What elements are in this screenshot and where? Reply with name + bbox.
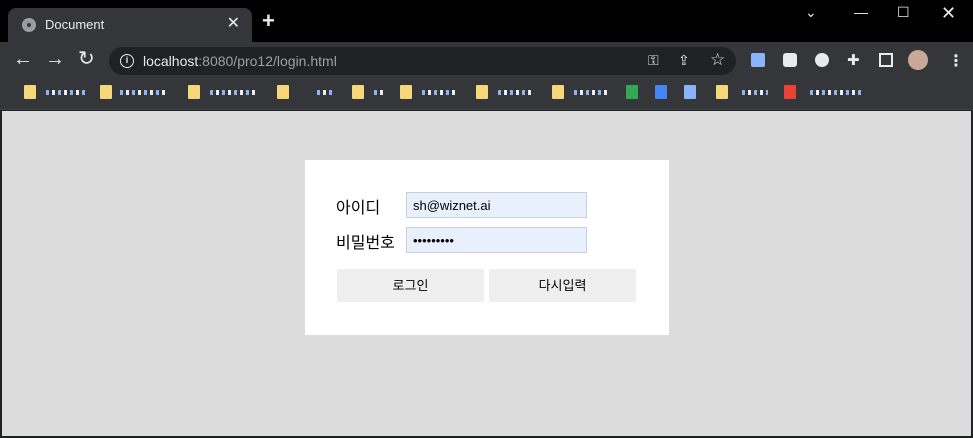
url-path: :8080/pro12/login.html [198,53,337,69]
reload-icon[interactable]: ↻ [78,48,95,70]
folder-icon [400,85,412,99]
browser-titlebar: Document ✕ + ⌄ — ☐ ✕ [0,0,973,42]
minimize-icon[interactable]: — [854,4,868,20]
side-panel-icon[interactable] [879,53,893,67]
password-label: 비밀번호 [336,235,395,252]
bookmark-label [210,90,258,95]
bookmark-label [810,90,862,95]
extension-icon[interactable] [815,53,829,67]
id-input[interactable] [406,192,587,218]
folder-icon [277,85,289,99]
folder-icon [476,85,488,99]
folder-icon [24,85,36,99]
puzzle-extensions-icon[interactable]: ✚ [847,51,861,69]
forward-icon[interactable]: → [45,48,65,70]
id-label: 아이디 [336,200,381,217]
folder-icon [188,85,200,99]
bookmark-icon [626,85,638,99]
tab-search-icon[interactable]: ⌄ [805,4,817,21]
bookmark-icon [784,85,796,99]
bookmark-label [120,90,168,95]
login-form: 아이디 비밀번호 로그인 다시입력 [305,160,669,335]
bookmark-star-icon[interactable]: ☆ [710,50,725,70]
bookmark-label [498,90,534,95]
new-tab-button[interactable]: + [262,10,275,32]
bookmark-icon [655,85,667,99]
extension-icon[interactable] [751,53,765,67]
bookmark-label [374,90,384,95]
back-icon[interactable]: ← [13,48,33,70]
share-icon[interactable]: ⇪ [678,52,690,69]
key-icon[interactable]: ⚿ [648,52,659,69]
login-button[interactable]: 로그인 [337,269,484,302]
reset-button[interactable]: 다시입력 [489,269,636,302]
page-viewport: 아이디 비밀번호 로그인 다시입력 [2,111,971,436]
profile-avatar[interactable] [908,50,928,70]
folder-icon [552,85,564,99]
close-window-icon[interactable]: ✕ [941,3,956,24]
globe-icon [22,18,36,32]
folder-icon [352,85,364,99]
url-text[interactable]: localhost:8080/pro12/login.html [143,53,337,69]
address-bar[interactable]: i localhost:8080/pro12/login.html ⚿ ⇪ ☆ [109,47,736,75]
browser-menu-icon[interactable]: ⋮ [948,51,964,71]
bookmark-label [422,90,458,95]
camera-extension-icon[interactable] [783,53,797,67]
bookmark-label [317,90,333,95]
folder-icon [716,85,728,99]
url-host: localhost [143,53,199,69]
tab-title: Document [45,17,105,32]
browser-tab[interactable]: Document ✕ [8,8,252,42]
folder-icon [100,85,112,99]
bookmark-icon [684,85,696,99]
bookmark-label [46,90,86,95]
close-tab-icon[interactable]: ✕ [227,14,240,34]
bookmark-label [574,90,610,95]
site-info-icon[interactable]: i [120,54,134,68]
bookmarks-bar [0,78,973,110]
maximize-icon[interactable]: ☐ [897,4,910,21]
bookmark-label [742,90,768,95]
password-input[interactable] [406,227,587,253]
